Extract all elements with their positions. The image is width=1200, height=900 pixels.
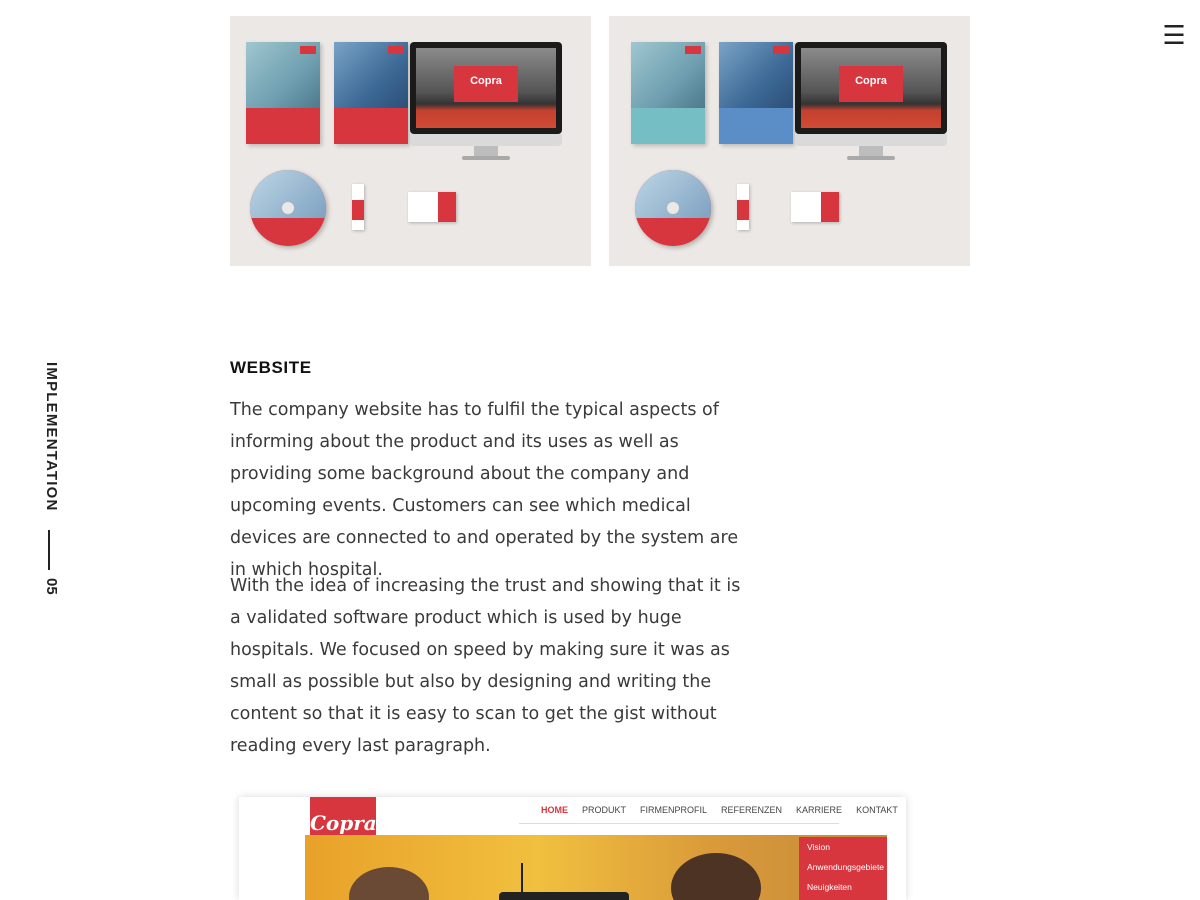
monitor-mockup: Copra (410, 42, 562, 162)
brochure-image (631, 42, 705, 144)
cd-disc-image (635, 170, 711, 246)
usb-stick-image (737, 184, 749, 230)
brochure-image (719, 42, 793, 144)
website-nav: HOME PRODUKT FIRMENPROFIL REFERENZEN KAR… (541, 805, 898, 815)
section-label: IMPLEMENTATION (43, 362, 60, 512)
side-menu-item: Vision (807, 842, 830, 852)
logo-text: Copra (839, 66, 903, 102)
nav-item-karriere: KARRIERE (796, 805, 843, 815)
body-paragraph: With the idea of increasing the trust an… (230, 576, 741, 756)
section-divider (48, 530, 50, 570)
nav-item-kontakt: KONTAKT (856, 805, 898, 815)
section-indicator: IMPLEMENTATION 05 (38, 362, 60, 602)
side-menu-item: Neuigkeiten (807, 882, 852, 892)
brochure-image (334, 42, 408, 144)
brochure-image (246, 42, 320, 144)
side-menu-item: Anwendungsgebiete (807, 862, 885, 872)
business-card-image (791, 192, 839, 222)
logo-text: Copra (454, 66, 518, 102)
section-title: WEBSITE (230, 358, 312, 377)
body-paragraph: The company website has to fulfil the ty… (230, 400, 739, 580)
side-menu: Vision Anwendungsgebiete Neuigkeiten (799, 837, 887, 900)
usb-stick-image (352, 184, 364, 230)
website-screenshot: Copra HOME PRODUKT FIRMENPROFIL REFERENZ… (239, 797, 906, 900)
nav-item-firmenprofil: FIRMENPROFIL (640, 805, 708, 815)
cd-disc-image (250, 170, 326, 246)
monitor-mockup: Copra (795, 42, 947, 162)
nav-item-home: HOME (541, 805, 568, 815)
section-number: 05 (43, 578, 60, 595)
nav-item-produkt: PRODUKT (582, 805, 627, 815)
gallery-image-2: Copra (609, 16, 970, 266)
nav-item-referenzen: REFERENZEN (721, 805, 783, 815)
gallery-image-1: Copra (230, 16, 591, 266)
hamburger-menu-icon[interactable]: ☰ (1162, 22, 1186, 48)
business-card-image (408, 192, 456, 222)
